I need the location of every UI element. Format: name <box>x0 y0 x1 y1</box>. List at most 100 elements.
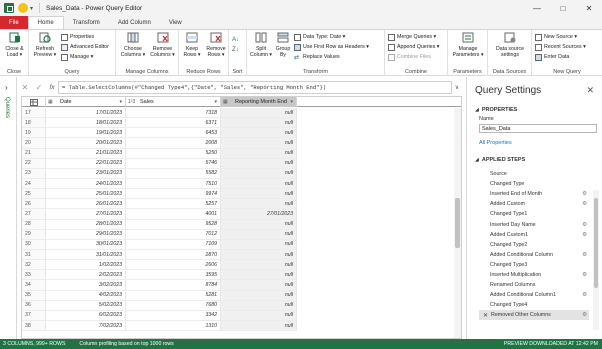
date-type-icon[interactable]: ▦ <box>48 99 57 105</box>
grid-scrollbar-thumb[interactable] <box>455 198 460 248</box>
keep-rows-button[interactable]: Keep Rows ▾ <box>181 32 203 58</box>
cell-date[interactable]: 2/02/2023 <box>46 270 126 281</box>
chevron-down-icon[interactable]: ▾ <box>30 5 33 12</box>
cell-date[interactable]: 25/01/2023 <box>46 189 126 200</box>
step-settings-gear-icon[interactable]: ⚙ <box>582 232 587 238</box>
cell-reporting-month-end[interactable]: null <box>221 310 297 321</box>
remove-columns-button[interactable]: Remove Columns ▾ <box>148 32 177 58</box>
cell-date[interactable]: 30/01/2023 <box>46 239 126 250</box>
choose-columns-button[interactable]: Choose Columns ▾ <box>119 32 147 58</box>
date-type-icon[interactable]: ▦ <box>223 99 232 105</box>
cell-date[interactable]: 23/01/2023 <box>46 168 126 179</box>
step-settings-gear-icon[interactable]: ⚙ <box>582 312 587 318</box>
cell-sales[interactable]: 2606 <box>126 260 221 271</box>
cell-date[interactable]: 6/02/2023 <box>46 310 126 321</box>
smiley-feedback-icon[interactable] <box>18 3 28 13</box>
cell-date[interactable]: 5/02/2023 <box>46 300 126 311</box>
merge-queries-button[interactable]: Merge Queries ▾ <box>388 33 436 41</box>
applied-step[interactable]: Changed Type1 <box>479 209 589 219</box>
data-type-dropdown[interactable]: Data Type: Date ▾ <box>294 33 345 41</box>
formula-input[interactable]: = Table.SelectColumns(#"Changed Type4",{… <box>58 80 452 94</box>
expand-formula-icon[interactable]: ∨ <box>452 84 462 91</box>
column-header-sales[interactable]: 1²3 Sales ▾ <box>126 97 221 107</box>
cell-sales[interactable]: 3342 <box>126 310 221 321</box>
close-query-settings-icon[interactable]: ✕ <box>586 85 594 96</box>
cell-reporting-month-end[interactable]: null <box>221 270 297 281</box>
split-column-button[interactable]: Split Column ▾ <box>249 32 273 58</box>
fx-icon[interactable]: fx <box>46 84 58 91</box>
sort-descending-button[interactable]: Z↓ <box>232 46 239 54</box>
delete-step-icon[interactable]: ✕ <box>483 312 488 319</box>
cell-date[interactable]: 29/01/2023 <box>46 229 126 240</box>
cell-sales[interactable]: 6453 <box>126 128 221 139</box>
applied-steps-section-header[interactable]: ◢ APPLIED STEPS <box>475 157 525 163</box>
applied-step[interactable]: Inserted End of Month ⚙ <box>479 189 589 199</box>
cell-sales[interactable]: 6371 <box>126 118 221 129</box>
use-first-row-headers-button[interactable]: Use First Row as Headers ▾ <box>294 43 369 51</box>
cell-date[interactable]: 28/01/2023 <box>46 219 126 230</box>
filter-dropdown-icon[interactable]: ▾ <box>214 99 217 105</box>
cell-reporting-month-end[interactable]: null <box>221 178 297 190</box>
properties-button[interactable]: Properties <box>61 33 94 41</box>
applied-steps-scrollbar-thumb[interactable] <box>594 198 598 288</box>
cell-reporting-month-end[interactable]: null <box>221 219 297 230</box>
cell-date[interactable]: 18/01/2023 <box>46 118 126 129</box>
refresh-preview-button[interactable]: Refresh Preview ▾ <box>31 32 59 58</box>
maximize-button[interactable]: □ <box>550 0 576 16</box>
applied-step[interactable]: Inserted Multiplication ⚙ <box>479 270 589 280</box>
step-settings-gear-icon[interactable]: ⚙ <box>582 272 587 278</box>
cell-reporting-month-end[interactable]: null <box>221 239 297 250</box>
tab-transform[interactable]: Transform <box>64 16 109 29</box>
cell-reporting-month-end[interactable]: null <box>221 148 297 159</box>
cell-sales[interactable]: 9974 <box>126 189 221 200</box>
expand-queries-chevron-icon[interactable]: › <box>5 83 8 92</box>
cell-date[interactable]: 1/02/2023 <box>46 260 126 271</box>
applied-step[interactable]: Added Custom ⚙ <box>479 199 589 209</box>
commit-formula-icon[interactable]: ✓ <box>32 83 46 92</box>
remove-rows-button[interactable]: Remove Rows ▾ <box>204 32 228 58</box>
applied-step[interactable]: Added Custom1 ⚙ <box>479 230 589 240</box>
tab-view[interactable]: View <box>160 16 191 29</box>
cell-reporting-month-end[interactable]: null <box>221 320 297 332</box>
queries-pane-label[interactable]: Queries <box>4 97 10 118</box>
cell-date[interactable]: 19/01/2023 <box>46 128 126 139</box>
cell-sales[interactable]: 5582 <box>126 168 221 179</box>
cell-date[interactable]: 3/02/2023 <box>46 280 126 291</box>
cell-sales[interactable]: 5250 <box>126 148 221 159</box>
replace-values-button[interactable]: ⇄ Replace Values <box>294 53 340 61</box>
applied-step[interactable]: Added Conditional Column1 ⚙ <box>479 290 589 300</box>
step-settings-gear-icon[interactable]: ⚙ <box>582 191 587 197</box>
cell-date[interactable]: 7/02/2023 <box>46 320 126 332</box>
advanced-editor-button[interactable]: Advanced Editor <box>61 43 109 51</box>
cell-date[interactable]: 31/01/2023 <box>46 249 126 261</box>
properties-section-header[interactable]: ◢ PROPERTIES <box>475 107 517 113</box>
cancel-formula-icon[interactable]: ✕ <box>18 83 32 92</box>
applied-step[interactable]: Added Conditional Column ⚙ <box>479 250 589 260</box>
column-header-date[interactable]: ▦ Date ▾ <box>46 97 126 107</box>
query-name-input[interactable]: Sales_Data <box>479 124 597 133</box>
cell-sales[interactable]: 5257 <box>126 199 221 210</box>
cell-reporting-month-end[interactable]: null <box>221 249 297 261</box>
number-type-icon[interactable]: 1²3 <box>128 99 137 105</box>
applied-step[interactable]: Changed Type3 <box>479 260 589 270</box>
cell-reporting-month-end[interactable]: null <box>221 118 297 129</box>
cell-date[interactable]: 26/01/2023 <box>46 199 126 210</box>
cell-date[interactable]: 4/02/2023 <box>46 290 126 301</box>
cell-reporting-month-end[interactable]: 27/01/2023 <box>221 209 297 220</box>
applied-step[interactable]: ✕ Removed Other Columns ⚙ <box>479 310 589 321</box>
step-settings-gear-icon[interactable]: ⚙ <box>582 201 587 207</box>
status-column-profiling[interactable]: Column profiling based on top 1000 rows <box>79 341 173 347</box>
cell-reporting-month-end[interactable]: null <box>221 128 297 139</box>
applied-step[interactable]: Source <box>479 169 589 179</box>
tab-home[interactable]: Home <box>27 16 64 29</box>
data-source-settings-button[interactable]: Data source settings <box>491 32 529 58</box>
cell-sales[interactable]: 2008 <box>126 138 221 149</box>
manage-button[interactable]: Manage ▾ <box>61 53 93 61</box>
applied-steps-scrollbar[interactable] <box>593 190 599 330</box>
cell-date[interactable]: 21/01/2023 <box>46 148 126 159</box>
cell-sales[interactable]: 1310 <box>126 320 221 332</box>
applied-step[interactable]: Changed Type2 <box>479 240 589 250</box>
cell-reporting-month-end[interactable]: null <box>221 138 297 149</box>
grid-vertical-scrollbar[interactable] <box>454 108 461 338</box>
close-load-button[interactable]: Close & Load ▾ <box>2 32 27 58</box>
